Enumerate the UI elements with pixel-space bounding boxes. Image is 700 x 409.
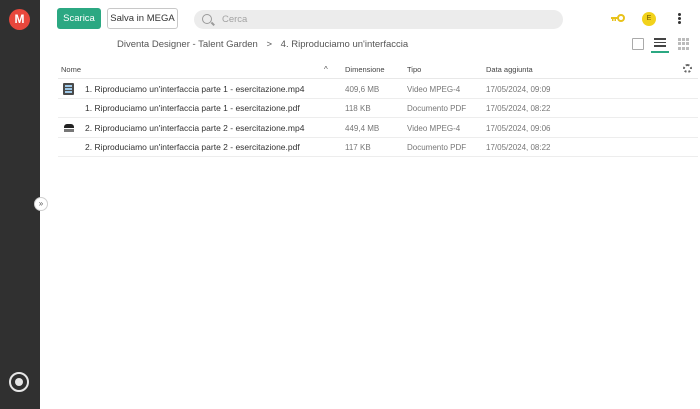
- save-to-mega-button[interactable]: Salva in MEGA: [107, 8, 178, 29]
- file-name: 1. Riproduciamo un'interfaccia parte 1 -…: [85, 103, 300, 113]
- file-name: 1. Riproduciamo un'interfaccia parte 1 -…: [85, 84, 305, 94]
- file-size: 117 KB: [345, 143, 371, 152]
- download-button[interactable]: Scarica: [57, 8, 101, 29]
- file-date: 17/05/2024, 08:22: [486, 143, 551, 152]
- avatar[interactable]: E: [642, 12, 656, 26]
- breadcrumb-separator: >: [266, 39, 273, 50]
- video-file-icon: [63, 83, 74, 95]
- transfers-icon[interactable]: [9, 372, 29, 392]
- breadcrumb-item-parent[interactable]: Diventa Designer - Talent Garden: [117, 39, 258, 50]
- mega-logo-icon[interactable]: M: [9, 9, 30, 30]
- search-icon: [202, 14, 212, 24]
- file-type: Video MPEG-4: [407, 85, 461, 94]
- column-settings-gear-icon[interactable]: [683, 64, 692, 73]
- expand-sidebar-button[interactable]: »: [34, 197, 48, 211]
- table-row[interactable]: 2. Riproduciamo un'interfaccia parte 2 -…: [58, 137, 698, 157]
- video-file-icon: [63, 122, 74, 134]
- file-name: 2. Riproduciamo un'interfaccia parte 2 -…: [85, 123, 305, 133]
- table-row[interactable]: 1. Riproduciamo un'interfaccia parte 1 -…: [58, 98, 698, 118]
- column-header-date[interactable]: Data aggiunta: [486, 65, 533, 74]
- file-size: 449,4 MB: [345, 124, 380, 133]
- breadcrumb-item-current: 4. Riproduciamo un'interfaccia: [280, 39, 409, 50]
- app-window: M » Scarica Salva in MEGA E Diventa Desi…: [0, 0, 700, 409]
- file-type: Video MPEG-4: [407, 124, 461, 133]
- grid-view-icon[interactable]: [678, 38, 690, 50]
- file-size: 409,6 MB: [345, 85, 380, 94]
- file-type: Documento PDF: [407, 104, 467, 113]
- column-header-size[interactable]: Dimensione: [345, 65, 385, 74]
- search-input[interactable]: [222, 10, 542, 29]
- more-menu-icon[interactable]: [676, 12, 682, 26]
- thumbnail-view-icon[interactable]: [632, 38, 644, 50]
- file-name: 2. Riproduciamo un'interfaccia parte 2 -…: [85, 142, 300, 152]
- active-view-indicator: [651, 51, 669, 53]
- file-type: Documento PDF: [407, 143, 467, 152]
- column-header-name[interactable]: Nome: [61, 65, 81, 74]
- table-row[interactable]: 1. Riproduciamo un'interfaccia parte 1 -…: [58, 79, 698, 99]
- file-size: 118 KB: [345, 104, 371, 113]
- breadcrumb: Diventa Designer - Talent Garden > 4. Ri…: [117, 39, 414, 50]
- search-bar[interactable]: [194, 10, 563, 29]
- sort-ascending-icon[interactable]: ^: [324, 65, 328, 74]
- list-view-icon[interactable]: [654, 38, 666, 50]
- file-date: 17/05/2024, 09:09: [486, 85, 551, 94]
- file-date: 17/05/2024, 08:22: [486, 104, 551, 113]
- table-header: Nome ^ Dimensione Tipo Data aggiunta: [58, 60, 698, 79]
- file-date: 17/05/2024, 09:06: [486, 124, 551, 133]
- table-row[interactable]: 2. Riproduciamo un'interfaccia parte 2 -…: [58, 118, 698, 138]
- column-header-type[interactable]: Tipo: [407, 65, 421, 74]
- key-icon[interactable]: [611, 14, 625, 22]
